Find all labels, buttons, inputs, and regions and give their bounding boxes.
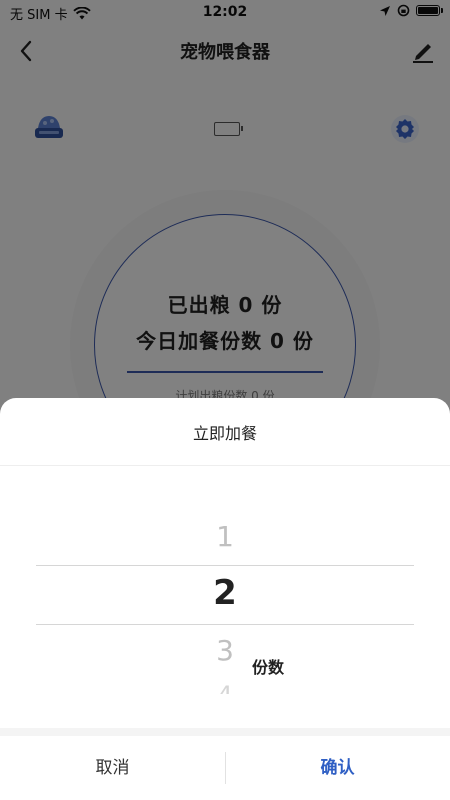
- add-meal-sheet: 立即加餐 1 2 3 4 份数 取消 确认: [0, 398, 450, 800]
- picker-unit-label: 份数: [252, 658, 285, 677]
- sheet-header: 立即加餐: [0, 398, 450, 466]
- portion-picker[interactable]: 1 2 3 4 份数: [0, 466, 450, 728]
- action-divider: [225, 752, 226, 784]
- sheet-actions: 取消 确认: [0, 736, 450, 800]
- picker-option[interactable]: 1: [0, 520, 450, 553]
- picker-top-line: [36, 565, 414, 566]
- cancel-button[interactable]: 取消: [0, 736, 225, 800]
- picker-option[interactable]: 3: [0, 634, 450, 667]
- picker-option[interactable]: 4: [0, 680, 450, 694]
- picker-option-selected[interactable]: 2: [0, 573, 450, 613]
- sheet-separator: [0, 728, 450, 736]
- picker-bottom-line: [36, 624, 414, 625]
- confirm-button[interactable]: 确认: [225, 736, 450, 800]
- sheet-title: 立即加餐: [192, 423, 257, 443]
